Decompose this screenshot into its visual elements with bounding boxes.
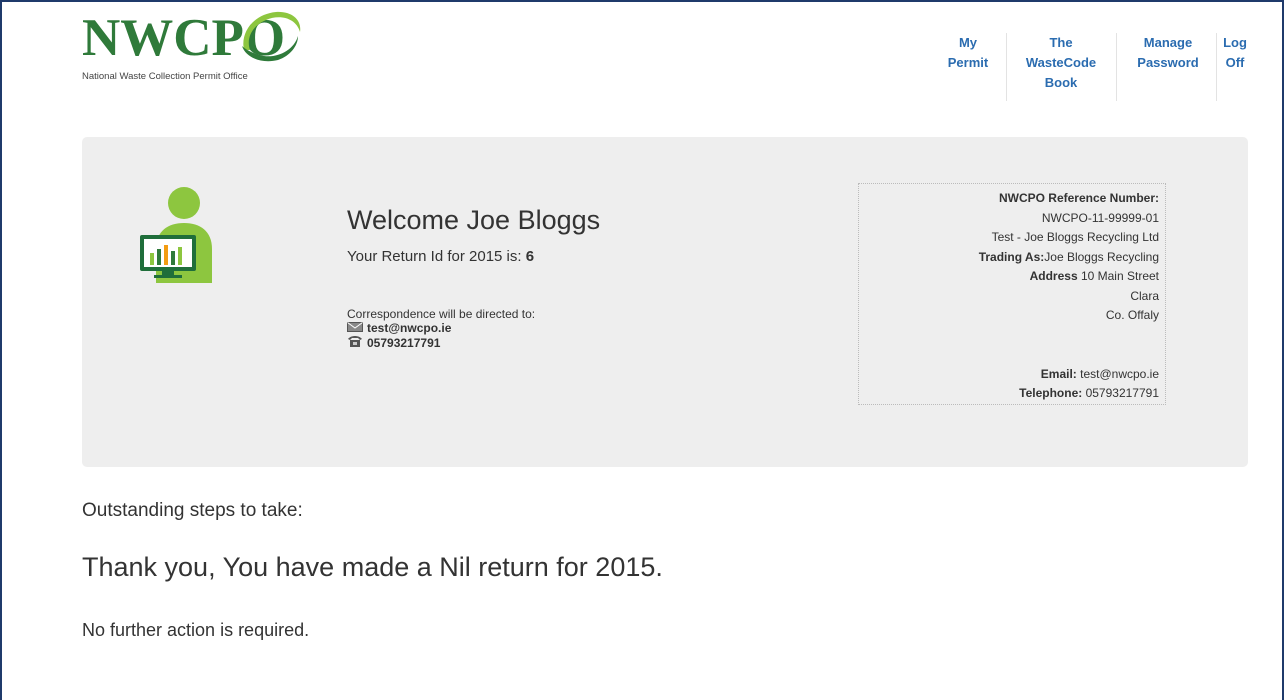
return-id-value: 6 <box>525 248 535 265</box>
address-line-1: Address 10 Main Street <box>1029 269 1159 283</box>
correspondence-email: test@nwcpo.ie <box>367 321 452 335</box>
welcome-panel: Welcome Joe Bloggs Your Return Id for 20… <box>82 137 1248 467</box>
logo-swoosh-icon <box>242 11 301 62</box>
envelope-icon <box>347 321 364 335</box>
nav-divider <box>1216 33 1217 101</box>
ref-email: Email: test@nwcpo.ie <box>1040 366 1159 381</box>
correspondence-label: Correspondence will be directed to: <box>347 307 536 321</box>
logo-subtitle: National Waste Collection Permit Office <box>82 71 248 82</box>
correspondence-block: Correspondence will be directed to: test… <box>347 307 535 350</box>
ref-number: NWCPO-11-99999-01 <box>1041 210 1159 225</box>
reference-details-box: NWCPO Reference Number: NWCPO-11-99999-0… <box>858 183 1166 405</box>
outstanding-steps-heading: Outstanding steps to take: <box>82 500 303 521</box>
company-name: Test - Joe Bloggs Recycling Ltd <box>991 230 1159 244</box>
nav-divider <box>1116 33 1117 101</box>
nav-divider <box>1006 33 1007 101</box>
nav-log-off[interactable]: Log Off <box>1218 33 1252 73</box>
address-line-3: Co. Offaly <box>1105 308 1159 322</box>
correspondence-phone: 05793217791 <box>367 335 441 350</box>
nwcpo-logo[interactable]: NWCPO National Waste Collection Permit O… <box>82 6 312 82</box>
no-action-message: No further action is required. <box>82 620 310 640</box>
welcome-title: Welcome Joe Bloggs <box>347 205 601 235</box>
return-id-line: Your Return Id for 2015 is: 6 <box>347 248 535 265</box>
trading-as: Trading As:Joe Bloggs Recycling <box>978 249 1159 264</box>
ref-telephone: Telephone: 05793217791 <box>1019 386 1159 400</box>
nav-my-permit[interactable]: My Permit <box>940 33 996 73</box>
address-line-2: Clara <box>1130 288 1159 303</box>
user-with-monitor-chart-icon <box>140 187 212 283</box>
nil-return-message: Thank you, You have made a Nil return fo… <box>82 552 663 582</box>
correspondence-phone-row: 05793217791 <box>347 335 535 350</box>
nav-manage-password[interactable]: Manage Password <box>1128 33 1208 73</box>
ref-label: NWCPO Reference Number: <box>998 191 1159 205</box>
telephone-icon <box>347 335 364 350</box>
nav-wastecode-book[interactable]: The WasteCode Book <box>1020 33 1102 93</box>
correspondence-email-row: test@nwcpo.ie <box>347 321 535 335</box>
